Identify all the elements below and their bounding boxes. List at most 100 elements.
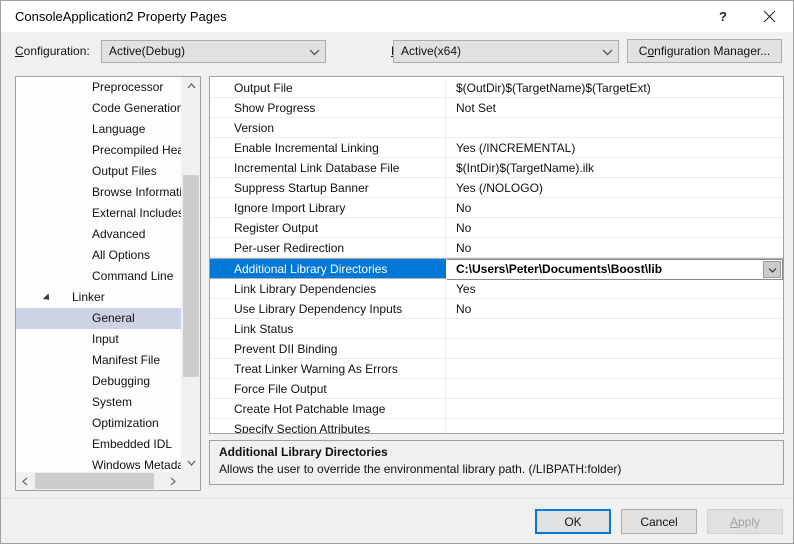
tree-item-all-options[interactable]: All Options [16,245,183,266]
tree-scrollbar-thumb[interactable] [183,175,199,377]
configuration-bar: Configuration: Active(Debug) Platform: A… [1,32,793,69]
property-value [447,399,783,418]
property-name: Suppress Startup Banner [210,178,446,197]
property-row[interactable]: Use Library Dependency InputsNo [210,299,783,319]
tree-item-label: Language [92,119,145,140]
scroll-right-icon[interactable] [164,472,182,490]
property-row[interactable]: Show ProgressNot Set [210,98,783,118]
property-value: No [447,198,783,217]
tree-item-precompiled-headers[interactable]: Precompiled Headers [16,140,183,161]
property-row[interactable]: Per-user RedirectionNo [210,238,783,258]
tree-item-optimization[interactable]: Optimization [16,413,183,434]
tree-item-general[interactable]: General [16,308,183,329]
close-icon[interactable] [746,1,792,32]
scroll-down-icon[interactable] [182,454,200,472]
tree-item-label: Debugging [92,371,150,392]
tree-item-label: Output Files [92,161,157,182]
tree-item-advanced[interactable]: Advanced [16,224,183,245]
property-grid-rows: Output File$(OutDir)$(TargetName)$(Targe… [210,78,783,434]
tree-item-windows-metadata[interactable]: Windows Metadata [16,455,183,473]
platform-dropdown[interactable]: Active(x64) [393,40,619,63]
help-button[interactable]: ? [700,1,746,32]
tree-item-embedded-idl[interactable]: Embedded IDL [16,434,183,455]
configuration-manager-button[interactable]: Configuration Manager... [627,39,782,63]
tree-vertical-scrollbar[interactable] [181,77,200,472]
property-name: Treat Linker Warning As Errors [210,359,446,378]
property-name: Per-user Redirection [210,238,446,257]
tree-item-manifest-file[interactable]: Manifest File [16,350,183,371]
tree-item-label: External Includes [92,203,183,224]
property-row[interactable]: Incremental Link Database File$(IntDir)$… [210,158,783,178]
property-value: $(IntDir)$(TargetName).ilk [447,158,783,177]
property-grid[interactable]: Output File$(OutDir)$(TargetName)$(Targe… [209,76,784,434]
property-value: No [447,238,783,257]
tree-hscrollbar-thumb[interactable] [35,473,154,489]
property-value: Not Set [447,98,783,117]
property-value [447,379,783,398]
property-value: Yes (/INCREMENTAL) [447,138,783,157]
property-row[interactable]: Suppress Startup BannerYes (/NOLOGO) [210,178,783,198]
property-value [447,419,783,434]
tree-item-input[interactable]: Input [16,329,183,350]
property-name: Link Library Dependencies [210,279,446,298]
property-row[interactable]: Version [210,118,783,138]
tree-item-label: Browse Information [92,182,183,203]
scroll-left-icon[interactable] [16,472,34,490]
tree-item-label: Precompiled Headers [92,140,183,161]
cancel-button[interactable]: Cancel [621,509,697,534]
tree-items-container: PreprocessorCode GenerationLanguagePreco… [16,77,183,473]
expander-collapse-icon[interactable] [43,293,52,302]
ok-button[interactable]: OK [535,509,611,534]
property-name: Incremental Link Database File [210,158,446,177]
tree-item-external-includes[interactable]: External Includes [16,203,183,224]
tree-item-label: Windows Metadata [92,455,183,473]
property-row[interactable]: Link Status [210,319,783,339]
property-value: Yes (/NOLOGO) [447,178,783,197]
apply-button[interactable]: Apply [707,509,783,534]
tree-item-system[interactable]: System [16,392,183,413]
tree-item-label: Embedded IDL [92,434,172,455]
property-name: Create Hot Patchable Image [210,399,446,418]
tree-horizontal-scrollbar[interactable] [16,472,182,490]
property-row[interactable]: Prevent DII Binding [210,339,783,359]
tree-item-language[interactable]: Language [16,119,183,140]
tree-item-output-files[interactable]: Output Files [16,161,183,182]
property-value [447,118,783,137]
property-row[interactable]: Link Library DependenciesYes [210,279,783,299]
scroll-up-icon[interactable] [182,77,200,95]
tree-item-label: Manifest File [92,350,160,371]
property-row[interactable]: Force File Output [210,379,783,399]
property-row[interactable]: Ignore Import LibraryNo [210,198,783,218]
configuration-dropdown[interactable]: Active(Debug) [101,40,326,63]
tree-item-label: Input [92,329,119,350]
property-pages-dialog: ConsoleApplication2 Property Pages ? Con… [0,0,794,544]
property-row[interactable]: Enable Incremental LinkingYes (/INCREMEN… [210,138,783,158]
property-row[interactable]: Specify Section Attributes [210,419,783,434]
tree-item-command-line[interactable]: Command Line [16,266,183,287]
property-value-editor[interactable]: C:\Users\Peter\Documents\Boost\lib [447,259,783,280]
property-row[interactable]: Output File$(OutDir)$(TargetName)$(Targe… [210,78,783,98]
apply-label: Apply [730,515,760,529]
tree-item-debugging[interactable]: Debugging [16,371,183,392]
property-name: Register Output [210,218,446,237]
property-name: Specify Section Attributes [210,419,446,434]
property-name: Force File Output [210,379,446,398]
property-row[interactable]: Additional Library DirectoriesC:\Users\P… [210,258,783,279]
tree-item-label: All Options [92,245,150,266]
property-row[interactable]: Create Hot Patchable Image [210,399,783,419]
property-tree[interactable]: PreprocessorCode GenerationLanguagePreco… [15,76,201,491]
tree-item-code-generation[interactable]: Code Generation [16,98,183,119]
tree-item-preprocessor[interactable]: Preprocessor [16,77,183,98]
tree-item-linker[interactable]: Linker [16,287,183,308]
property-row[interactable]: Register OutputNo [210,218,783,238]
configuration-value: Active(Debug) [109,44,185,58]
tree-item-browse-information[interactable]: Browse Information [16,182,183,203]
property-name: Output File [210,78,446,97]
description-pane: Additional Library Directories Allows th… [209,440,784,485]
platform-value: Active(x64) [401,44,461,58]
tree-item-label: System [92,392,132,413]
value-dropdown-icon[interactable] [763,261,781,278]
property-row[interactable]: Treat Linker Warning As Errors [210,359,783,379]
property-name: Version [210,118,446,137]
property-name: Enable Incremental Linking [210,138,446,157]
